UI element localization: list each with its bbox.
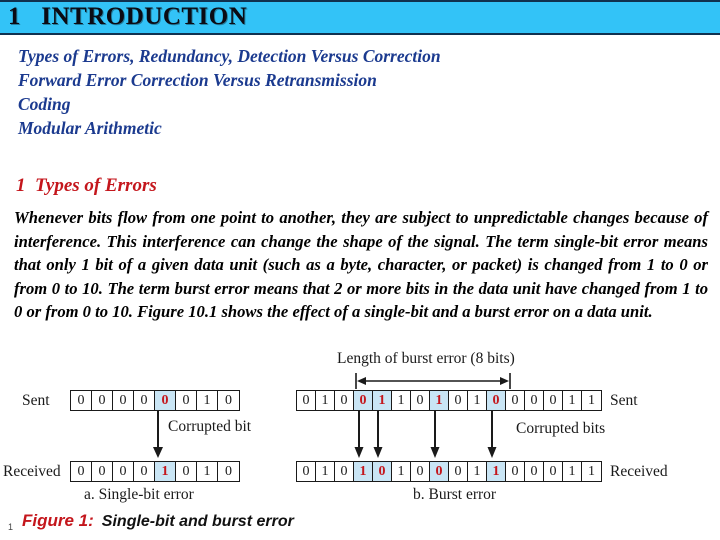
bit-cell: 0 (218, 462, 239, 481)
bit-cell: 0 (134, 391, 155, 410)
bit-cell: 0 (134, 462, 155, 481)
bit-cell: 0 (113, 462, 134, 481)
bit-cell: 0 (411, 391, 430, 410)
bit-cell: 0 (449, 462, 468, 481)
bit-cell: 1 (487, 462, 506, 481)
page-number: 1 (8, 522, 14, 532)
topic-list-item: Forward Error Correction Versus Retransm… (18, 70, 377, 90)
bit-cell: 0 (218, 391, 239, 410)
bit-cell: 0 (176, 391, 197, 410)
bit-cell: 0 (354, 391, 373, 410)
bit-cell: 0 (92, 391, 113, 410)
bit-cell: 1 (468, 462, 487, 481)
figure-caption-number: Figure 1: (22, 511, 94, 530)
body-paragraph: Whenever bits flow from one point to ano… (14, 208, 708, 322)
single-bit-sent-label: Sent (22, 392, 50, 409)
bit-cell: 0 (297, 391, 316, 410)
page-title: 1 INTRODUCTION (8, 3, 248, 30)
burst-received-row: 0101010001100011 (296, 461, 602, 482)
bit-cell: 1 (373, 391, 392, 410)
bit-cell: 0 (297, 462, 316, 481)
bit-cell: 1 (392, 462, 411, 481)
burst-corrupt-arrow (430, 410, 440, 458)
bit-cell: 0 (113, 391, 134, 410)
figure-caption-text: Single-bit and burst error (101, 513, 294, 530)
single-bit-sub-caption: a. Single-bit error (84, 486, 194, 503)
bit-cell: 0 (544, 391, 563, 410)
burst-corrupt-arrow (487, 410, 497, 458)
bit-cell: 1 (316, 462, 335, 481)
bit-cell: 0 (506, 462, 525, 481)
burst-error-panel: Length of burst error (8 bits) 010011010… (290, 348, 720, 508)
single-bit-received-row: 00001010 (70, 461, 240, 482)
burst-corrupt-arrow (373, 410, 383, 458)
bit-cell: 1 (582, 391, 601, 410)
bit-cell: 0 (430, 462, 449, 481)
bit-cell: 0 (506, 391, 525, 410)
burst-sub-caption: b. Burst error (413, 486, 497, 503)
corrupted-bit-arrow (153, 410, 163, 458)
bit-cell: 0 (525, 462, 544, 481)
bit-cell: 0 (411, 462, 430, 481)
figure-caption: Figure 1: Single-bit and burst error (22, 511, 294, 531)
bit-cell: 1 (197, 462, 218, 481)
figure-diagram: Sent 00000010 Corrupted bit Received 000… (0, 348, 720, 508)
bit-cell: 1 (316, 391, 335, 410)
bit-cell: 0 (176, 462, 197, 481)
bit-cell: 1 (563, 462, 582, 481)
single-bit-sent-row: 00000010 (70, 390, 240, 411)
bit-cell: 0 (155, 391, 176, 410)
bit-cell: 0 (335, 462, 354, 481)
burst-received-label: Received (610, 463, 668, 480)
burst-sent-row: 0100110101000011 (296, 390, 602, 411)
bit-cell: 0 (71, 391, 92, 410)
bit-cell: 1 (197, 391, 218, 410)
bit-cell: 0 (487, 391, 506, 410)
single-bit-annotation: Corrupted bit (168, 418, 252, 435)
topic-list: Types of Errors, Redundancy, Detection V… (18, 44, 678, 140)
burst-corrupt-arrow (354, 410, 364, 458)
bit-cell: 0 (373, 462, 392, 481)
section-heading: 1 Types of Errors (16, 175, 157, 196)
single-bit-error-panel: Sent 00000010 Corrupted bit Received 000… (0, 348, 290, 508)
bit-cell: 1 (430, 391, 449, 410)
burst-length-measure-arrow (355, 373, 511, 389)
bit-cell: 1 (468, 391, 487, 410)
bit-cell: 0 (544, 462, 563, 481)
slide-title-bar: 1 INTRODUCTION (0, 0, 720, 35)
bit-cell: 1 (582, 462, 601, 481)
bit-cell: 1 (563, 391, 582, 410)
bit-cell: 1 (155, 462, 176, 481)
topic-list-item: Coding (18, 94, 71, 114)
burst-sent-label: Sent (610, 392, 638, 409)
bit-cell: 0 (449, 391, 468, 410)
topic-list-item: Modular Arithmetic (18, 118, 162, 138)
bit-cell: 0 (92, 462, 113, 481)
burst-length-label: Length of burst error (8 bits) (337, 350, 515, 367)
topic-list-item: Types of Errors, Redundancy, Detection V… (18, 46, 441, 66)
bit-cell: 0 (335, 391, 354, 410)
bit-cell: 0 (71, 462, 92, 481)
bit-cell: 1 (354, 462, 373, 481)
bit-cell: 0 (525, 391, 544, 410)
bit-cell: 1 (392, 391, 411, 410)
single-bit-received-label: Received (3, 463, 61, 480)
burst-annotation: Corrupted bits (516, 420, 606, 437)
